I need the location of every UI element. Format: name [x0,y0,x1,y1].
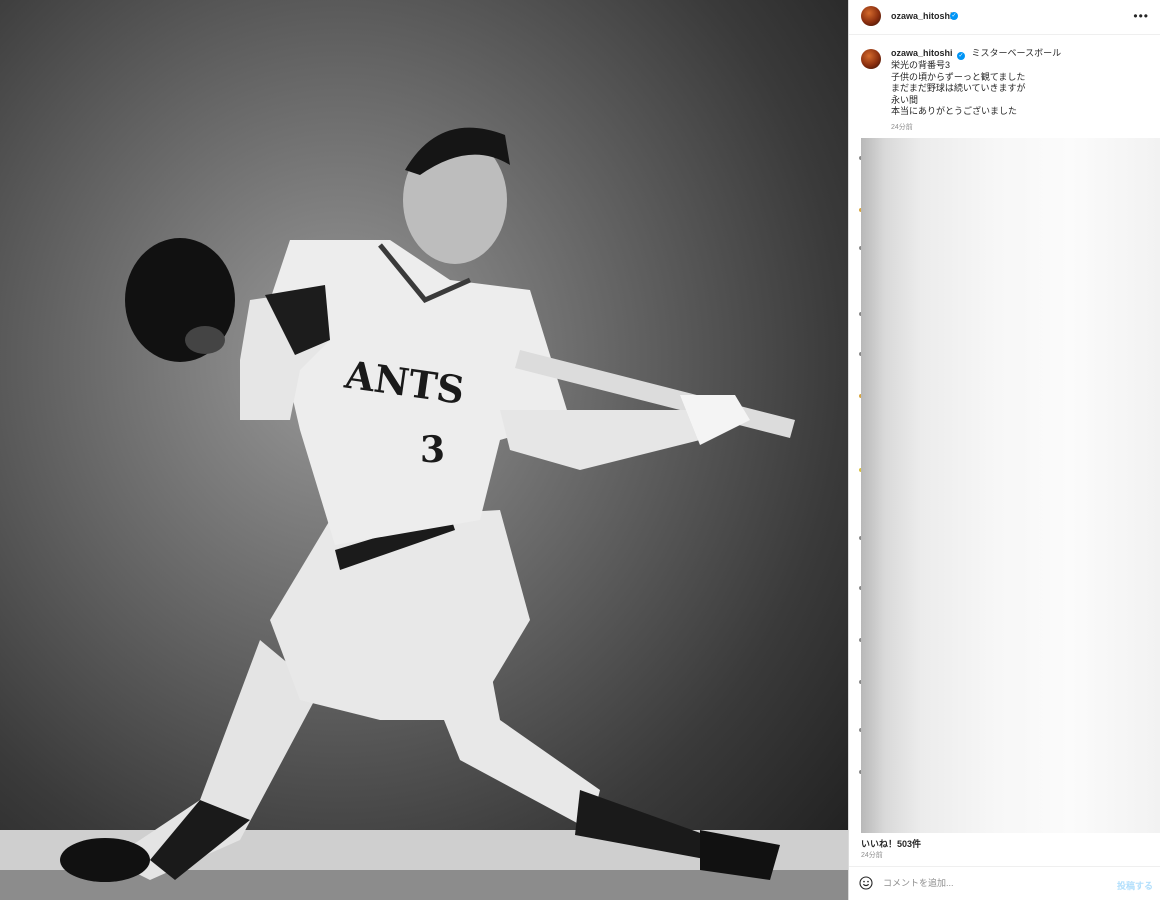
caption-line: 栄光の背番号3 [891,60,951,70]
more-horizontal-icon[interactable]: ••• [1133,9,1149,23]
caption-line: 永い間 [891,94,919,105]
post-side-panel: ozawa_hitoshi ✓ ••• ozawa_hitoshi ✓ ミスター… [848,0,1160,900]
verified-icon: ✓ [950,12,958,20]
post-comment-button[interactable]: 投稿する [1117,879,1153,892]
caption-line: まだまだ野球は続いていきますが [891,83,1026,93]
avatar[interactable] [861,6,881,26]
comment-bar: 投稿する [849,866,1160,900]
comment-input[interactable] [883,875,1103,891]
post-timestamp[interactable]: 24分前 [861,850,883,860]
post-header: ozawa_hitoshi ✓ ••• [849,0,1160,35]
player-illustration: ANTS 3 [0,127,848,900]
caption-first-line: ozawa_hitoshi ✓ ミスターベースボール [891,48,1153,60]
caption-line: 子供の頃からずーっと観てました [891,71,1026,82]
header-username[interactable]: ozawa_hitoshi [891,11,953,21]
caption-username[interactable]: ozawa_hitoshi [891,48,953,58]
comments-edge [849,138,863,833]
jersey-number: 3 [420,429,445,471]
blurred-comments [861,138,1160,833]
caption: ozawa_hitoshi ✓ ミスターベースボール 栄光の背番号3 子供の頃か… [891,48,1153,118]
post-photo: ANTS 3 [0,0,848,900]
like-count[interactable]: いいね！503件 [861,837,921,850]
caption-verified-icon: ✓ [957,52,966,60]
caption-timestamp[interactable]: 24分前 [891,122,913,132]
caption-line: ミスターベースボール [971,48,1062,58]
caption-avatar[interactable] [861,49,881,69]
caption-line: 本当にありがとうございました [891,106,1018,116]
smiley-icon[interactable] [859,876,873,890]
